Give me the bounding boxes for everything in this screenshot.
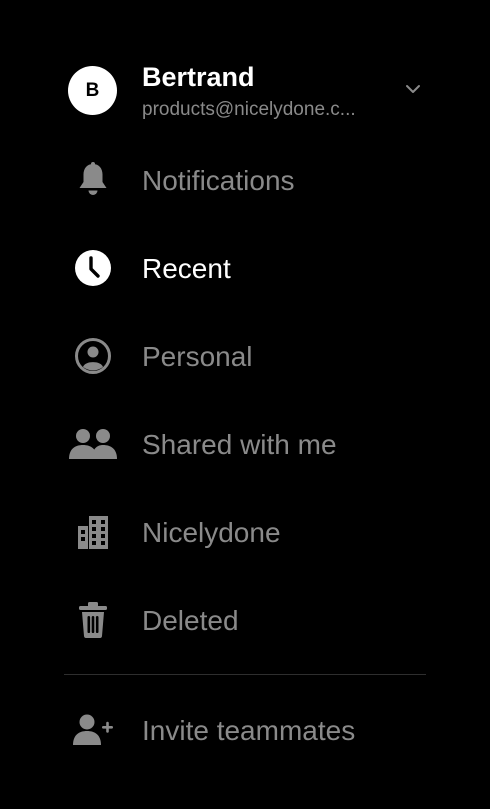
account-name: Bertrand <box>142 62 255 92</box>
nav-item-notifications[interactable]: Notifications <box>64 150 426 210</box>
nav-item-recent[interactable]: Recent <box>64 238 426 298</box>
avatar: B <box>68 66 117 115</box>
account-email: products@nicelydone.c... <box>142 99 356 120</box>
nav-label-personal: Personal <box>142 341 253 372</box>
nav-label-shared: Shared with me <box>142 429 337 460</box>
account-switcher[interactable]: B Bertrand products@nicelydone.c... <box>68 60 428 124</box>
user-plus-icon <box>68 710 118 750</box>
users-icon <box>68 424 118 464</box>
user-circle-icon <box>68 336 118 376</box>
nav-item-organization[interactable]: Nicelydone <box>64 502 426 562</box>
chevron-down-icon[interactable] <box>404 80 422 98</box>
nav-label-organization: Nicelydone <box>142 517 281 548</box>
nav-item-personal[interactable]: Personal <box>64 326 426 386</box>
invite-teammates-button[interactable]: Invite teammates <box>64 700 426 760</box>
building-icon <box>68 512 118 552</box>
trash-icon <box>68 600 118 640</box>
bell-icon <box>68 160 118 200</box>
clock-icon <box>68 248 118 288</box>
nav-label-notifications: Notifications <box>142 165 295 196</box>
nav-label-recent: Recent <box>142 253 231 284</box>
nav-item-deleted[interactable]: Deleted <box>64 590 426 650</box>
invite-teammates-label: Invite teammates <box>142 715 356 746</box>
sidebar: B Bertrand products@nicelydone.c... Noti… <box>0 0 490 809</box>
divider <box>64 674 426 675</box>
nav-item-shared[interactable]: Shared with me <box>64 414 426 474</box>
nav-label-deleted: Deleted <box>142 605 239 636</box>
